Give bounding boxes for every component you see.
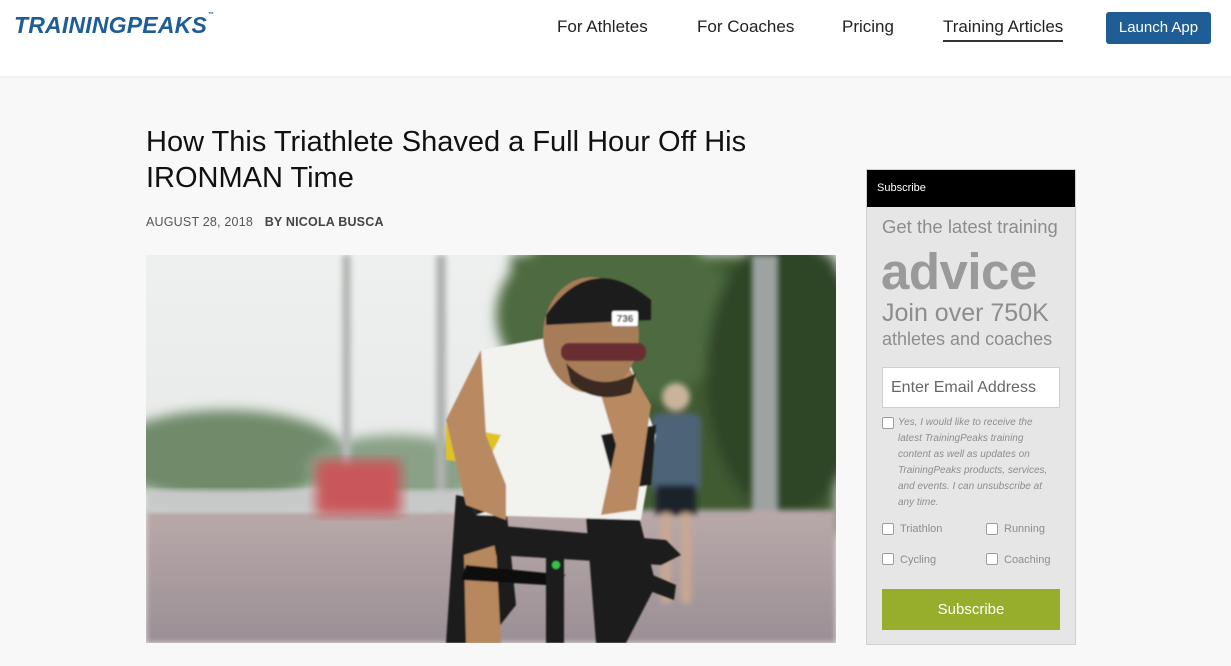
nav-training-articles[interactable]: Training Articles bbox=[943, 17, 1064, 42]
trainingpeaks-logo[interactable]: TRAININGPEAKS™ bbox=[14, 12, 214, 39]
bib-number: 736 bbox=[617, 314, 634, 325]
cycling-checkbox[interactable] bbox=[882, 553, 894, 565]
triathlon-label: Triathlon bbox=[900, 523, 943, 535]
nav-pricing[interactable]: Pricing bbox=[842, 17, 894, 37]
email-input[interactable]: Enter Email Address bbox=[882, 367, 1060, 408]
consent-checkbox[interactable] bbox=[882, 417, 894, 429]
subscribe-widget: Subscribe Get the latest training advice… bbox=[866, 169, 1076, 645]
coaching-checkbox[interactable] bbox=[986, 553, 998, 565]
nav-for-coaches[interactable]: For Coaches bbox=[697, 17, 794, 37]
cycling-label: Cycling bbox=[900, 554, 937, 566]
subscribe-tagline-1: Get the latest training bbox=[882, 216, 1058, 237]
logo-text: TRAININGPEAKS bbox=[14, 12, 208, 38]
subscribe-header: Subscribe bbox=[867, 170, 1075, 207]
article-date: AUGUST 28, 2018 bbox=[146, 215, 253, 229]
coaching-label: Coaching bbox=[1004, 554, 1051, 566]
subscribe-tagline-advice: advice bbox=[881, 243, 1037, 300]
consent-text: Yes, I would like to receive the latest … bbox=[898, 417, 1048, 508]
article-meta: AUGUST 28, 2018 BY NICOLA BUSCA bbox=[146, 215, 384, 229]
running-label: Running bbox=[1004, 523, 1045, 535]
subscribe-tagline-join: Join over 750K bbox=[882, 299, 1049, 327]
subscribe-tagline-athletes: athletes and coaches bbox=[882, 329, 1053, 349]
site-header: TRAININGPEAKS™ For Athletes For Coaches … bbox=[0, 0, 1231, 76]
launch-app-button[interactable]: Launch App bbox=[1106, 12, 1211, 44]
nav-for-athletes[interactable]: For Athletes bbox=[557, 17, 648, 37]
logo-trademark: ™ bbox=[208, 12, 215, 18]
subscribe-button[interactable]: Subscribe bbox=[882, 589, 1060, 630]
cyclist-photo: 736 bbox=[146, 255, 836, 643]
triathlon-checkbox[interactable] bbox=[882, 523, 894, 535]
article-title: How This Triathlete Shaved a Full Hour O… bbox=[146, 126, 747, 194]
hero-image: 736 bbox=[146, 255, 836, 643]
running-checkbox[interactable] bbox=[986, 523, 998, 535]
article-author[interactable]: BY NICOLA BUSCA bbox=[265, 215, 384, 229]
